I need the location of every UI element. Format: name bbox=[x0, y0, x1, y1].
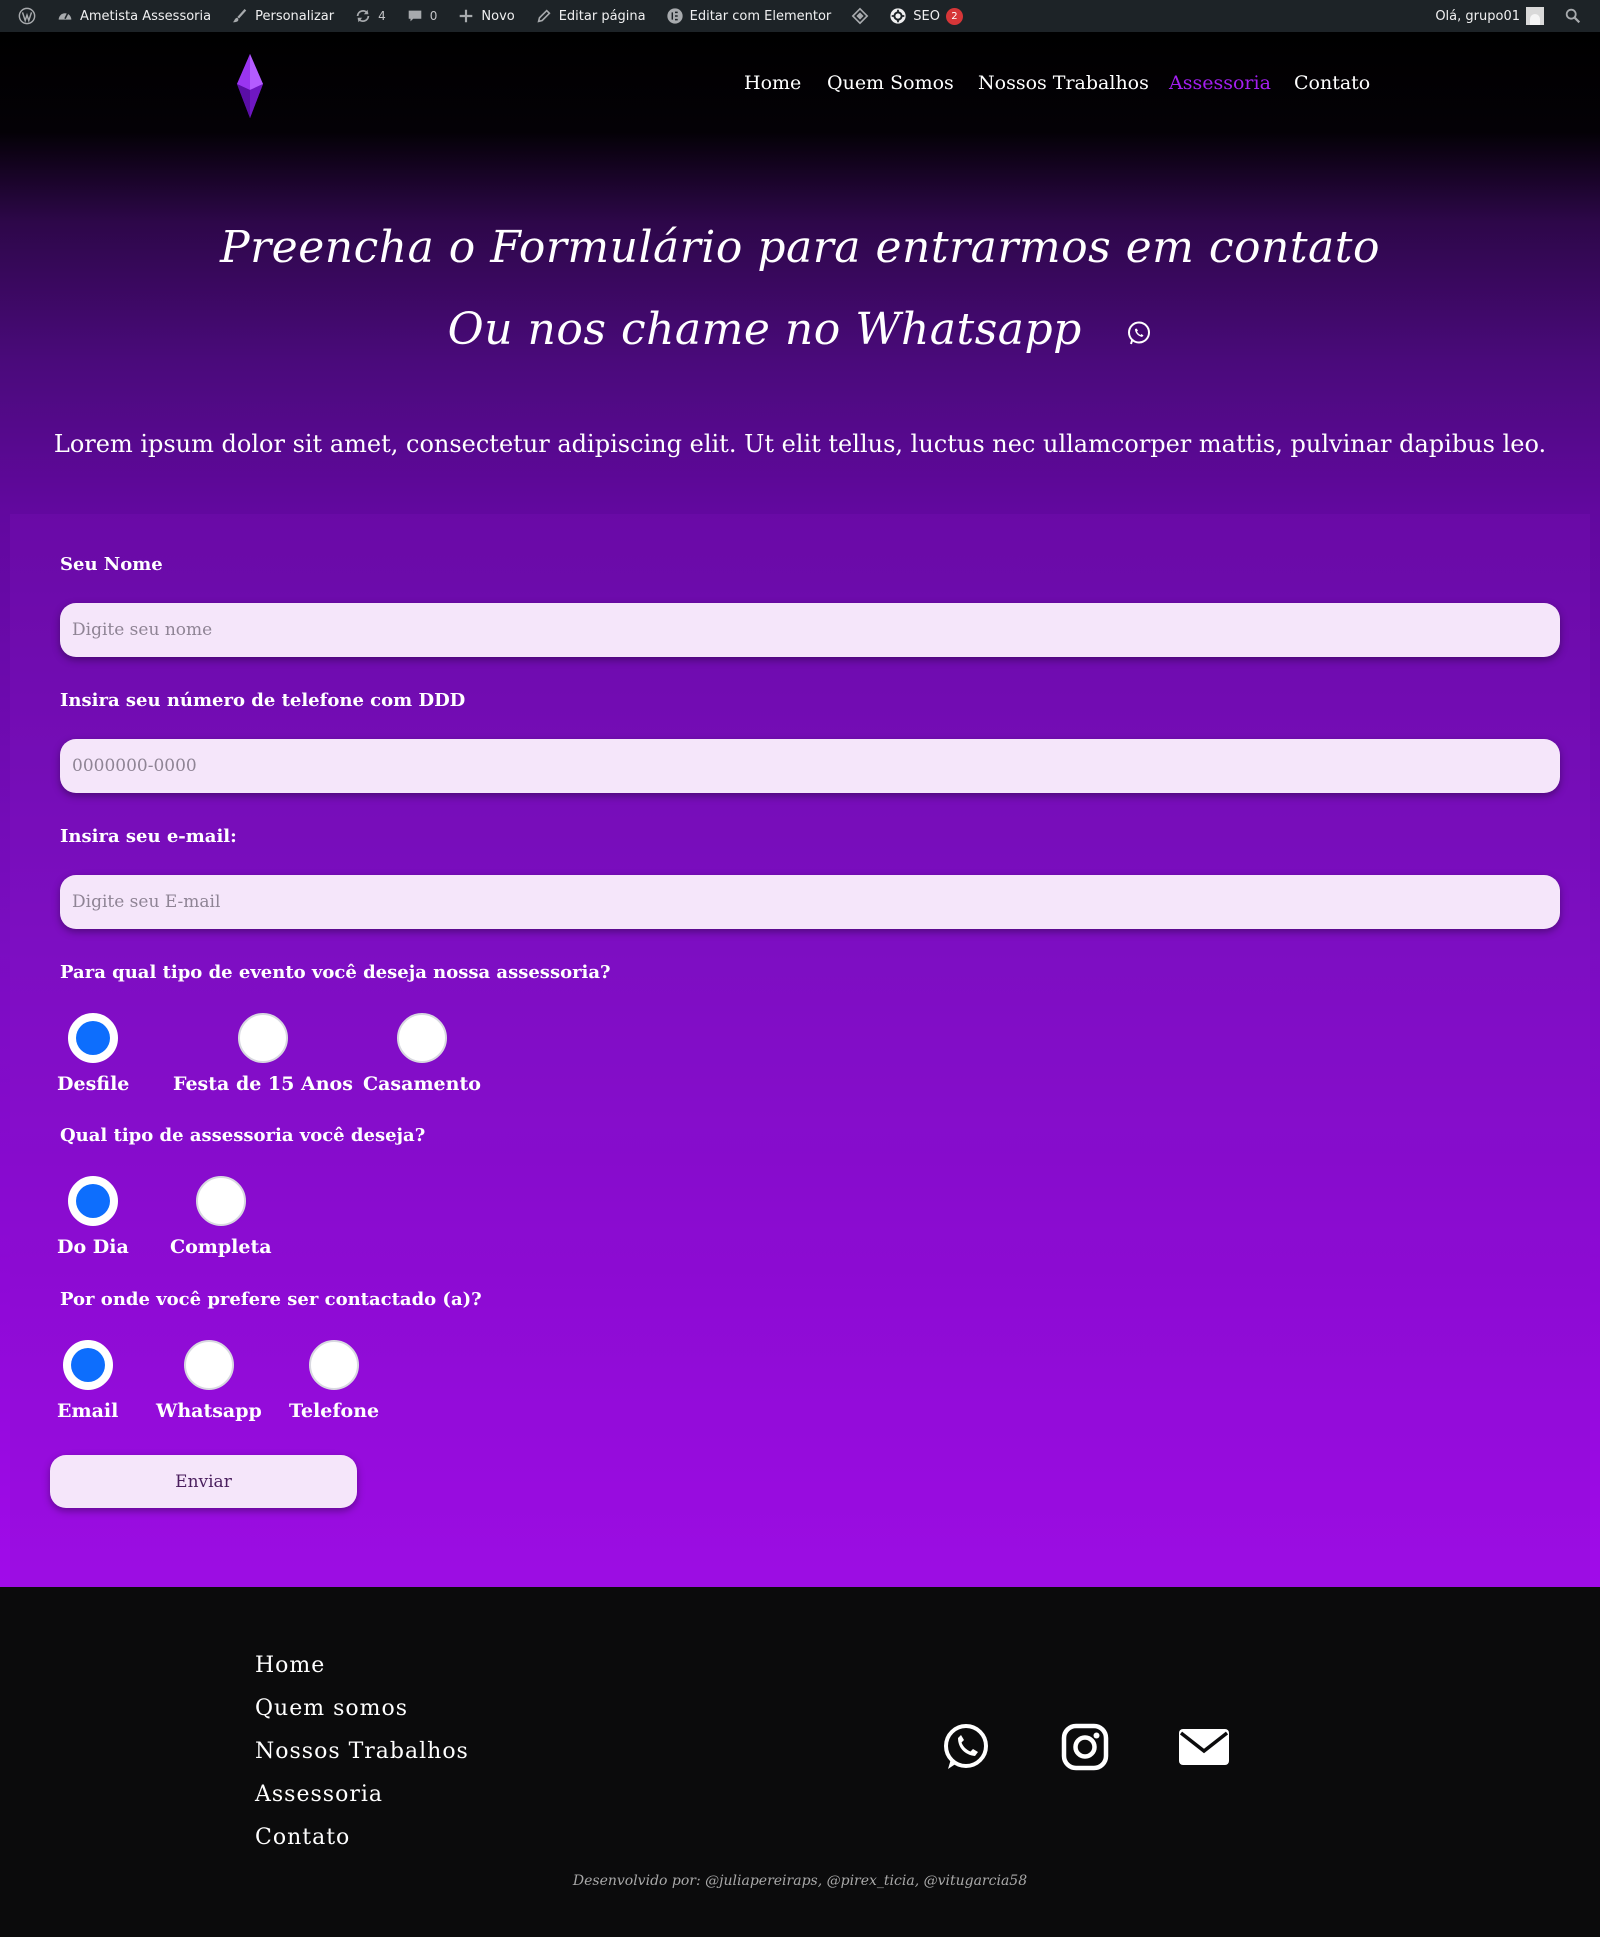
nav-item-home[interactable]: Home bbox=[744, 72, 801, 94]
avatar bbox=[1526, 7, 1544, 25]
radio-button[interactable] bbox=[237, 1013, 288, 1063]
contact-option-whatsapp[interactable]: Whatsapp bbox=[156, 1340, 262, 1422]
diamond-icon bbox=[851, 7, 869, 25]
customize-label: Personalizar bbox=[255, 8, 335, 24]
footer-link-home[interactable]: Home bbox=[255, 1653, 325, 1678]
wp-admin-bar: Ametista Assessoria Personalizar 4 0 Nov… bbox=[0, 0, 1600, 32]
edit-page-menu[interactable]: Editar página bbox=[525, 0, 656, 32]
admin-bar-left: Ametista Assessoria Personalizar 4 0 Nov… bbox=[8, 0, 973, 32]
hero-title-line2: Ou nos chame no Whatsapp bbox=[447, 304, 1082, 355]
nav-item-assessoria[interactable]: Assessoria bbox=[1169, 72, 1271, 94]
contact-option-label: Whatsapp bbox=[156, 1400, 262, 1422]
admin-bar-right: Olá, grupo01 bbox=[1425, 0, 1592, 32]
contact-option-telefone[interactable]: Telefone bbox=[289, 1340, 379, 1422]
site-footer: Home Quem somos Nossos Trabalhos Assesso… bbox=[0, 1587, 1600, 1937]
search-icon bbox=[1564, 7, 1582, 25]
seo-menu[interactable]: SEO 2 bbox=[879, 0, 973, 32]
nav-item-contato[interactable]: Contato bbox=[1294, 72, 1370, 94]
radio-button-checked[interactable] bbox=[67, 1176, 118, 1226]
updates-menu[interactable]: 4 bbox=[344, 0, 396, 32]
radio-button[interactable] bbox=[396, 1013, 447, 1063]
main-navigation: Home Quem Somos Nossos Trabalhos Assesso… bbox=[0, 72, 1600, 102]
contact-option-label: Telefone bbox=[289, 1400, 380, 1422]
submit-button[interactable]: Enviar bbox=[50, 1455, 357, 1508]
whatsapp-icon[interactable] bbox=[940, 1721, 992, 1773]
hero-section: Home Quem Somos Nossos Trabalhos Assesso… bbox=[0, 32, 1600, 1587]
contact-option-email[interactable]: Email bbox=[57, 1340, 118, 1422]
event-option-label: Festa de 15 Anos bbox=[173, 1073, 353, 1095]
email-label: Insira seu e-mail: bbox=[60, 826, 237, 847]
seo-gear-icon bbox=[889, 7, 907, 25]
name-input[interactable] bbox=[60, 603, 1560, 657]
account-menu[interactable]: Olá, grupo01 bbox=[1425, 0, 1554, 32]
footer-link-contato[interactable]: Contato bbox=[255, 1825, 350, 1850]
service-option-do-dia[interactable]: Do Dia bbox=[57, 1176, 129, 1258]
site-name-menu[interactable]: Ametista Assessoria bbox=[46, 0, 221, 32]
hero-description: Lorem ipsum dolor sit amet, consectetur … bbox=[53, 430, 1547, 458]
nav-item-quem-somos[interactable]: Quem Somos bbox=[827, 72, 954, 94]
event-option-label: Casamento bbox=[363, 1073, 481, 1095]
updates-count: 4 bbox=[378, 9, 386, 23]
email-input[interactable] bbox=[60, 875, 1560, 929]
service-option-label: Do Dia bbox=[57, 1236, 129, 1258]
hero-title-line1: Preencha o Formulário para entrarmos em … bbox=[220, 222, 1380, 273]
comments-count: 0 bbox=[429, 9, 438, 23]
event-option-casamento[interactable]: Casamento bbox=[363, 1013, 481, 1095]
dashboard-gauge-icon bbox=[56, 7, 74, 25]
name-label: Seu Nome bbox=[60, 554, 163, 575]
wordpress-menu[interactable] bbox=[8, 0, 46, 32]
new-content-menu[interactable]: Novo bbox=[447, 0, 524, 32]
plus-icon bbox=[457, 7, 475, 25]
radio-button-checked[interactable] bbox=[62, 1340, 113, 1390]
brush-icon bbox=[231, 7, 249, 25]
comments-menu[interactable]: 0 bbox=[396, 0, 448, 32]
event-type-label: Para qual tipo de evento você deseja nos… bbox=[60, 962, 611, 983]
edit-elementor-label: Editar com Elementor bbox=[689, 8, 832, 24]
service-option-completa[interactable]: Completa bbox=[170, 1176, 272, 1258]
event-option-desfile[interactable]: Desfile bbox=[57, 1013, 129, 1095]
diamond-plugin-menu[interactable] bbox=[841, 0, 879, 32]
nav-item-nossos-trabalhos[interactable]: Nossos Trabalhos bbox=[978, 72, 1149, 94]
hero-title-line2-wrap: Ou nos chame no Whatsapp bbox=[0, 304, 1600, 355]
edit-elementor-menu[interactable]: Editar com Elementor bbox=[656, 0, 842, 32]
comment-bubble-icon bbox=[406, 7, 424, 25]
greeting-label: Olá, grupo01 bbox=[1435, 8, 1520, 24]
seo-label: SEO bbox=[913, 8, 940, 24]
phone-label: Insira seu número de telefone com DDD bbox=[60, 690, 466, 711]
radio-button[interactable] bbox=[195, 1176, 246, 1226]
edit-page-label: Editar página bbox=[558, 8, 646, 24]
event-option-label: Desfile bbox=[57, 1073, 130, 1095]
instagram-icon[interactable] bbox=[1059, 1721, 1111, 1773]
radio-button-checked[interactable] bbox=[68, 1013, 119, 1063]
admin-search[interactable] bbox=[1554, 0, 1592, 32]
seo-notification-badge: 2 bbox=[945, 7, 963, 25]
footer-link-nossos-trabalhos[interactable]: Nossos Trabalhos bbox=[255, 1739, 469, 1764]
service-type-label: Qual tipo de assessoria você deseja? bbox=[60, 1125, 426, 1146]
wordpress-logo-icon bbox=[18, 7, 36, 25]
radio-button[interactable] bbox=[309, 1340, 360, 1390]
updates-refresh-icon bbox=[354, 7, 372, 25]
event-option-festa-15[interactable]: Festa de 15 Anos bbox=[173, 1013, 353, 1095]
developer-credits: Desenvolvido por: @juliapereiraps, @pire… bbox=[572, 1873, 1028, 1889]
phone-input[interactable] bbox=[60, 739, 1560, 793]
elementor-icon bbox=[666, 7, 684, 25]
customize-menu[interactable]: Personalizar bbox=[221, 0, 344, 32]
radio-button[interactable] bbox=[183, 1340, 234, 1390]
whatsapp-icon[interactable] bbox=[1126, 320, 1152, 346]
contact-option-label: Email bbox=[57, 1400, 119, 1422]
footer-link-quem-somos[interactable]: Quem somos bbox=[255, 1696, 408, 1721]
pencil-icon bbox=[535, 7, 553, 25]
service-option-label: Completa bbox=[170, 1236, 272, 1258]
footer-link-assessoria[interactable]: Assessoria bbox=[255, 1782, 383, 1807]
site-name-label: Ametista Assessoria bbox=[80, 8, 212, 24]
contact-preference-label: Por onde você prefere ser contactado (a)… bbox=[60, 1289, 482, 1310]
envelope-icon[interactable] bbox=[1178, 1721, 1230, 1773]
contact-form: Seu Nome Insira seu número de telefone c… bbox=[10, 514, 1590, 1587]
new-label: Novo bbox=[481, 8, 515, 24]
